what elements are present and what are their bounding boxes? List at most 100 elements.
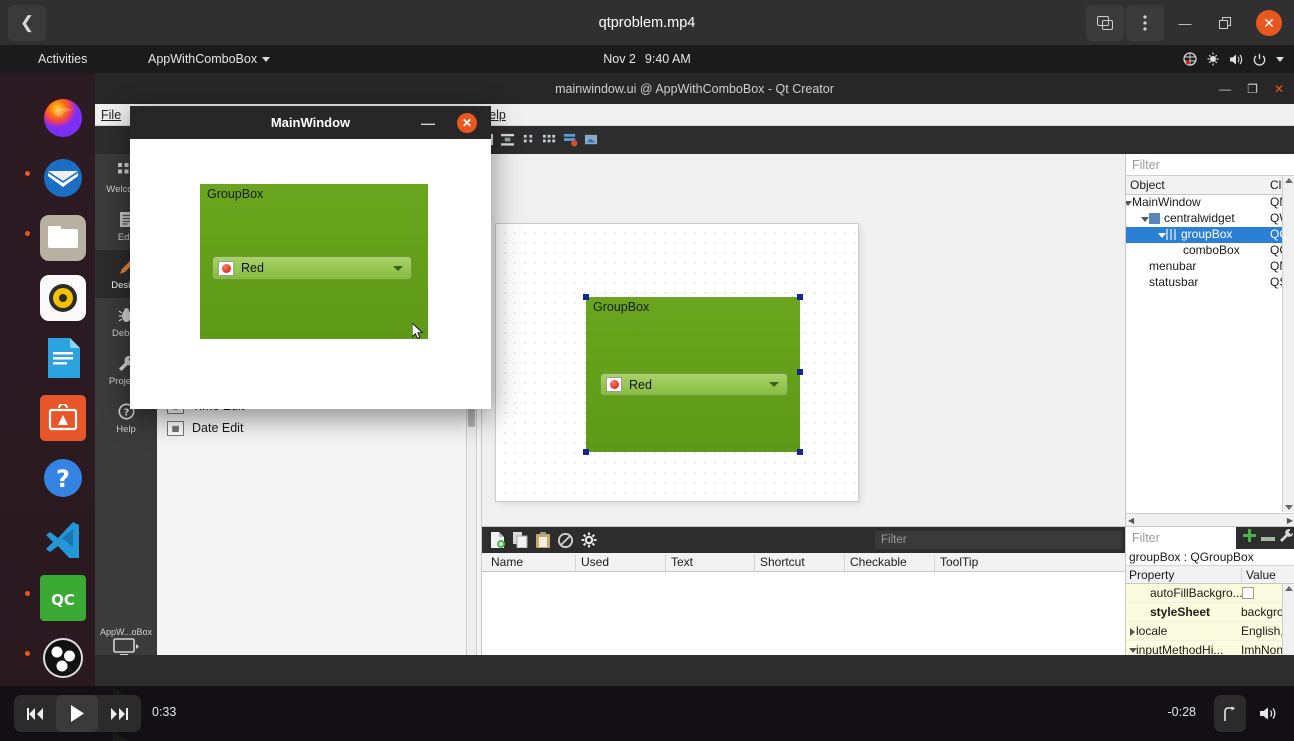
dock-item-ubuntu-software[interactable]: [40, 395, 86, 441]
player-right-controls: [1214, 695, 1284, 732]
picture-in-picture-icon[interactable]: [1086, 5, 1124, 41]
dock-item-rhythmbox[interactable]: [40, 275, 86, 321]
expander-icon[interactable]: [1158, 233, 1166, 238]
dialog-combobox[interactable]: Red: [212, 256, 412, 280]
new-action-icon[interactable]: [490, 532, 505, 548]
scroll-up-icon[interactable]: [1285, 586, 1293, 591]
app-menu-label: AppWithComboBox: [148, 52, 258, 66]
dock-item-libreoffice-writer[interactable]: [40, 335, 86, 381]
layout-form-icon[interactable]: [521, 133, 536, 147]
object-tree-header: Object Class: [1126, 176, 1294, 195]
qt-close-button[interactable]: ✕: [1274, 82, 1284, 96]
skip-previous-icon[interactable]: [14, 695, 56, 732]
svg-text:?: ?: [56, 465, 70, 493]
widget-icon: [1149, 213, 1160, 224]
running-indicator: [25, 651, 30, 656]
expander-icon[interactable]: [1130, 628, 1135, 636]
edit-icon[interactable]: [581, 532, 597, 548]
layout-splitter-v-icon[interactable]: [500, 133, 515, 147]
object-tree-vscrollbar[interactable]: [1282, 176, 1294, 512]
break-layout-icon[interactable]: [563, 133, 578, 147]
svg-text:QC: QC: [51, 591, 75, 609]
mainwindow-close-button[interactable]: ✕: [457, 113, 477, 133]
back-icon[interactable]: ❮: [8, 5, 46, 41]
object-tree-hscrollbar[interactable]: ◀ ▶: [1126, 513, 1294, 526]
property-row-stylesheet[interactable]: styleSheetbackgroun...: [1126, 603, 1294, 622]
scroll-left-icon[interactable]: ◀: [1128, 516, 1134, 525]
paste-icon[interactable]: [536, 532, 550, 548]
canvas-groupbox[interactable]: GroupBox Red: [586, 297, 800, 452]
action-filter-input[interactable]: Filter: [875, 531, 1122, 549]
selection-handle[interactable]: [797, 369, 803, 375]
selection-handle[interactable]: [797, 449, 803, 455]
object-row-menubar[interactable]: menubarQMenuBar: [1126, 259, 1294, 275]
skip-next-icon[interactable]: [98, 695, 140, 732]
qt-maximize-button[interactable]: ❐: [1247, 82, 1258, 96]
color-swatch: [606, 377, 622, 392]
object-name: groupBox: [1181, 227, 1233, 241]
dock-item-thunderbird[interactable]: [40, 155, 86, 201]
col-text: Text: [665, 555, 693, 571]
plus-icon[interactable]: [1242, 528, 1257, 548]
widget-item-date-edit[interactable]: ▦ Date Edit: [157, 417, 467, 439]
chevron-down-icon: [769, 382, 779, 387]
property-name: autoFillBackgro...: [1150, 586, 1243, 600]
scroll-down-icon[interactable]: [1285, 505, 1293, 510]
qt-creator-titlebar: mainwindow.ui @ AppWithComboBox - Qt Cre…: [95, 73, 1294, 104]
object-filter-input[interactable]: Filter: [1126, 154, 1294, 176]
loop-icon[interactable]: [1214, 695, 1246, 732]
property-row-autofillbackgro-[interactable]: autoFillBackgro...: [1126, 584, 1294, 603]
dock-item-obs-studio[interactable]: [40, 635, 86, 681]
system-tray[interactable]: [1183, 45, 1284, 73]
object-row-groupBox[interactable]: groupBoxQGroupBox: [1126, 227, 1294, 243]
volume-icon[interactable]: [1252, 695, 1284, 732]
groupbox-icon: [1166, 229, 1177, 240]
close-button[interactable]: ✕: [1256, 10, 1282, 36]
app-menu[interactable]: AppWithComboBox: [148, 45, 271, 73]
qt-minimize-button[interactable]: —: [1219, 82, 1231, 96]
scroll-right-icon[interactable]: ▶: [1287, 516, 1293, 525]
property-name: styleSheet: [1150, 605, 1211, 619]
scroll-up-icon[interactable]: [1285, 178, 1293, 183]
activities-button[interactable]: Activities: [38, 45, 87, 73]
dialog-groupbox[interactable]: GroupBox Red: [200, 184, 428, 339]
canvas-groupbox-title: GroupBox: [593, 300, 650, 314]
selection-handle[interactable]: [583, 449, 589, 455]
selection-handle[interactable]: [797, 294, 803, 300]
form-sheet[interactable]: GroupBox Red: [496, 224, 858, 501]
mainwindow-dialog[interactable]: MainWindow — ✕ GroupBox Red: [130, 106, 491, 409]
dock-item-qt-creator[interactable]: QC: [40, 575, 86, 621]
minimize-button[interactable]: —: [1166, 5, 1204, 41]
adjust-size-icon[interactable]: [584, 133, 599, 147]
property-row-locale[interactable]: localeEnglish, India: [1126, 622, 1294, 641]
menu-file[interactable]: File: [101, 108, 121, 122]
wrench-icon[interactable]: [1280, 528, 1294, 548]
selection-handle[interactable]: [583, 294, 589, 300]
kebab-menu-icon[interactable]: [1126, 5, 1164, 41]
minus-icon[interactable]: [1261, 529, 1275, 547]
dock-item-vscode[interactable]: [40, 515, 86, 561]
player-window-controls: — ✕: [1086, 4, 1288, 42]
property-checkbox[interactable]: [1242, 587, 1254, 599]
delete-icon[interactable]: [558, 532, 573, 548]
object-row-comboBox[interactable]: comboBoxQComboBo: [1126, 243, 1294, 259]
restore-icon[interactable]: [1206, 5, 1244, 41]
layout-grid-icon[interactable]: [542, 133, 557, 147]
player-titlebar: ❮ qtproblem.mp4 — ✕: [0, 0, 1294, 45]
play-button[interactable]: [56, 695, 98, 732]
copy-icon[interactable]: [513, 532, 528, 548]
dock-item-help[interactable]: ?: [40, 455, 86, 501]
col-checkable: Checkable: [844, 555, 907, 571]
dock-item-files[interactable]: [40, 215, 86, 261]
date-edit-icon: ▦: [167, 420, 184, 436]
mainwindow-minimize-button[interactable]: —: [419, 114, 437, 132]
canvas-combobox[interactable]: Red: [600, 373, 788, 396]
property-filter-input[interactable]: Filter: [1126, 527, 1236, 549]
expander-icon[interactable]: [1126, 201, 1132, 206]
dock-item-firefox[interactable]: [40, 95, 86, 141]
object-row-statusbar[interactable]: statusbarQStatusBar: [1126, 275, 1294, 291]
expander-icon[interactable]: [1141, 217, 1149, 222]
form-canvas[interactable]: GroupBox Red: [482, 154, 1125, 526]
object-row-MainWindow[interactable]: MainWindowQMai...ndo: [1126, 195, 1294, 211]
object-row-centralwidget[interactable]: centralwidgetQWidget: [1126, 211, 1294, 227]
